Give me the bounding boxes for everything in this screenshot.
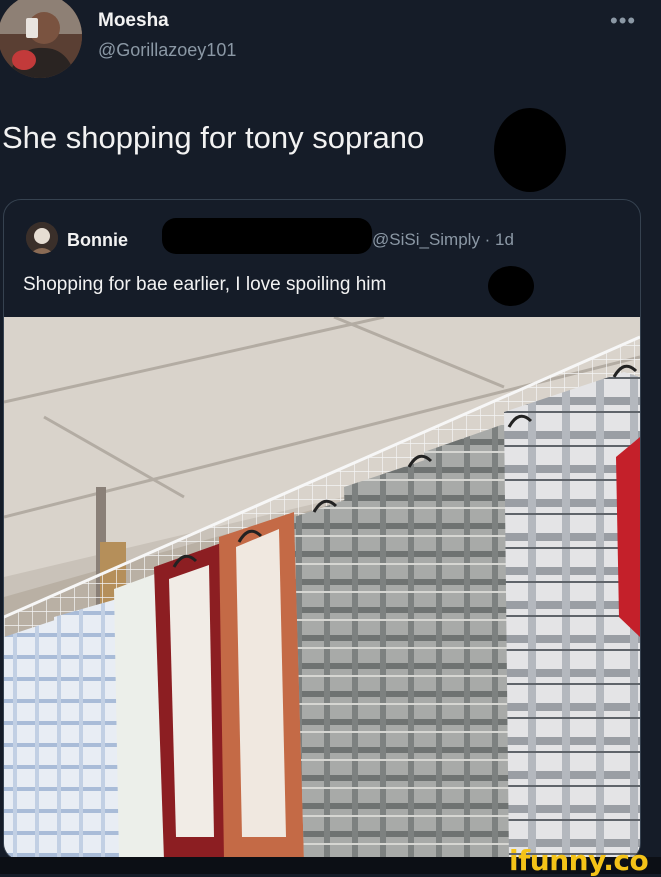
author-name[interactable]: Moesha — [98, 10, 169, 32]
author-handle[interactable]: @Gorillazoey101 — [98, 40, 236, 61]
more-options-icon[interactable]: ••• — [610, 8, 636, 34]
quoted-author-avatar — [26, 222, 58, 254]
quoted-author-handle[interactable]: @SiSi_Simply · 1d — [372, 230, 514, 250]
quoted-author-name[interactable]: Bonnie — [67, 230, 128, 251]
shirts-rack-photo[interactable] — [4, 317, 640, 860]
quoted-tweet-card[interactable]: Bonnie @SiSi_Simply · 1d Shopping for ba… — [3, 199, 641, 861]
author-avatar[interactable] — [0, 0, 82, 78]
redaction-blob — [494, 108, 566, 192]
tweet-text: She shopping for tony soprano — [2, 120, 425, 155]
ifunny-watermark: ifunny.co — [509, 844, 649, 877]
redaction-blob — [488, 266, 534, 306]
quoted-tweet-text: Shopping for bae earlier, I love spoilin… — [23, 274, 387, 295]
redaction-scribble — [162, 218, 372, 254]
